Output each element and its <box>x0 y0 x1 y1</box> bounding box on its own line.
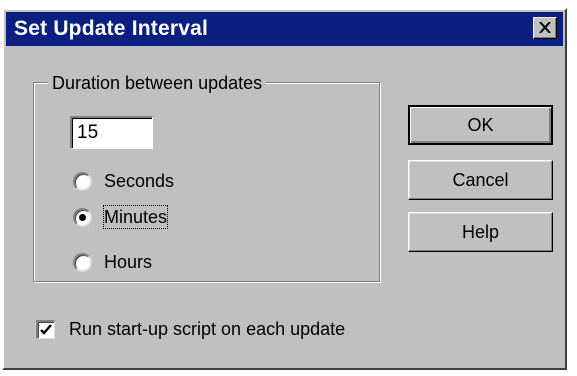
radio-minutes[interactable]: Minutes <box>73 204 169 230</box>
duration-input[interactable]: 15 <box>70 116 153 149</box>
radio-label-hours: Hours <box>104 252 153 272</box>
radio-seconds[interactable]: Seconds <box>73 168 174 194</box>
startup-script-checkbox[interactable] <box>36 319 55 339</box>
radio-label-seconds: Seconds <box>104 171 175 191</box>
checkmark-icon <box>40 323 52 335</box>
title-bar[interactable]: Set Update Interval <box>6 12 563 46</box>
ok-button[interactable]: OK <box>408 105 553 145</box>
dialog-title: Set Update Interval <box>14 17 209 40</box>
help-button[interactable]: Help <box>408 212 553 252</box>
close-icon <box>539 22 551 33</box>
startup-script-option[interactable]: Run start-up script on each update <box>36 316 345 342</box>
radio-button-hours[interactable] <box>73 252 92 272</box>
duration-group-label: Duration between updates <box>48 72 267 94</box>
radio-label-minutes: Minutes <box>102 205 169 229</box>
radio-selected-dot-icon <box>79 213 86 221</box>
radio-button-minutes[interactable] <box>73 207 92 227</box>
startup-script-label: Run start-up script on each update <box>69 319 346 339</box>
cancel-button[interactable]: Cancel <box>408 160 553 200</box>
close-button[interactable] <box>533 17 557 39</box>
radio-button-seconds[interactable] <box>73 171 92 191</box>
radio-hours[interactable]: Hours <box>73 249 152 275</box>
